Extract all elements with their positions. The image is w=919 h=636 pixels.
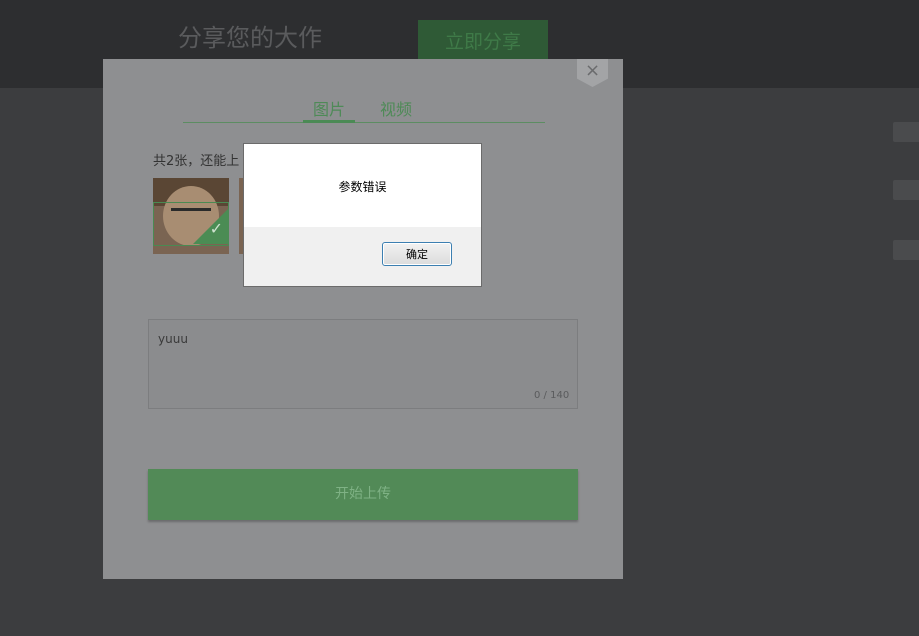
tab-divider <box>183 122 545 123</box>
char-counter: 0 / 140 <box>534 390 570 401</box>
side-item[interactable] <box>893 122 919 142</box>
image-count-text: 共2张，还能上 <box>153 154 240 169</box>
share-now-button[interactable]: 立即分享 <box>418 20 548 64</box>
tab-video[interactable]: 视频 <box>380 96 412 120</box>
ok-button[interactable]: 确定 <box>382 242 452 266</box>
alert-body: 参数错误 <box>244 144 481 227</box>
start-upload-button[interactable]: 开始上传 <box>148 469 578 520</box>
side-item[interactable] <box>893 240 919 260</box>
close-icon[interactable]: × <box>577 60 608 82</box>
side-item[interactable] <box>893 180 919 200</box>
check-icon: ✓ <box>209 219 223 238</box>
description-value: yuuu <box>158 332 188 346</box>
image-thumbnail[interactable]: ✓ <box>153 178 229 254</box>
page-title: 分享您的大作 <box>178 24 322 52</box>
alert-dialog: 参数错误 确定 <box>243 143 482 287</box>
alert-message: 参数错误 <box>338 180 387 194</box>
description-textarea[interactable] <box>148 319 578 409</box>
active-tab-indicator <box>303 120 355 123</box>
tab-image[interactable]: 图片 <box>313 96 345 120</box>
